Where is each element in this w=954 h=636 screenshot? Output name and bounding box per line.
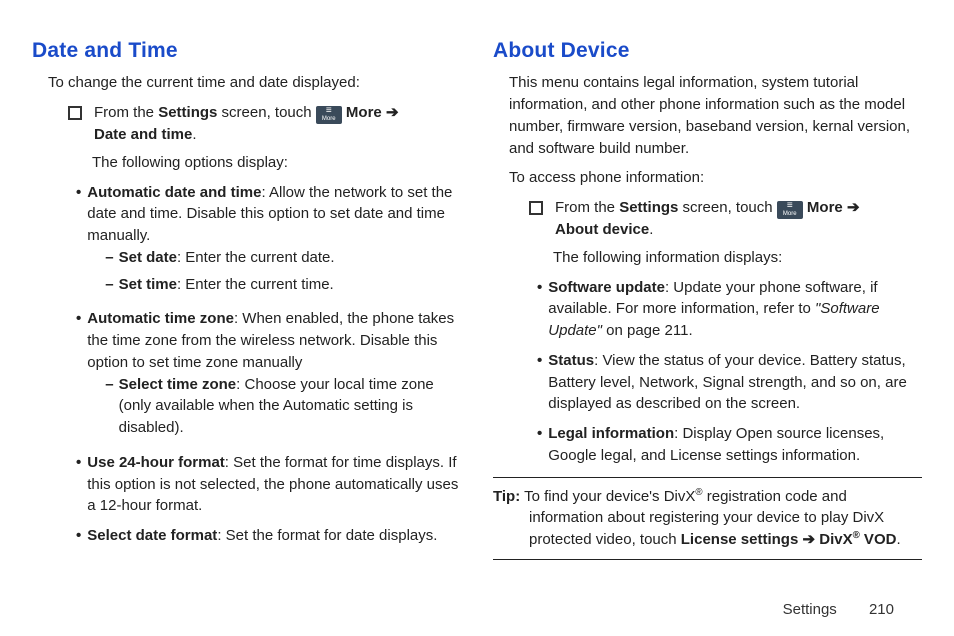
option-auto-time-zone: • Automatic time zone: When enabled, the…	[76, 308, 461, 444]
tip-label: Tip:	[493, 488, 520, 505]
option-auto-date-time: • Automatic date and time: Allow the net…	[76, 182, 461, 301]
heading-date-time: Date and Time	[32, 36, 461, 66]
more-icon: More	[777, 201, 803, 219]
info-intro: The following information displays:	[553, 247, 922, 269]
info-status: • Status: View the status of your device…	[537, 350, 922, 415]
procedure-right: From the Settings screen, touch More Mor…	[529, 197, 922, 241]
page-footer: Settings 210	[783, 601, 894, 618]
right-column: About Device This menu contains legal in…	[493, 36, 922, 636]
heading-about-device: About Device	[493, 36, 922, 66]
access-intro: To access phone information:	[509, 167, 922, 189]
arrow-icon: ➔	[802, 531, 815, 548]
tip-block: Tip: To find your device's DivX® registr…	[493, 477, 922, 560]
options-intro: The following options display:	[92, 152, 461, 174]
option-select-time-zone: – Select time zone: Choose your local ti…	[105, 374, 461, 439]
more-icon: More	[316, 106, 342, 124]
procedure-text: From the Settings screen, touch More Mor…	[555, 197, 860, 241]
square-bullet-icon	[68, 106, 82, 120]
procedure-text: From the Settings screen, touch More Mor…	[94, 102, 399, 146]
registered-icon: ®	[695, 487, 702, 498]
square-bullet-icon	[529, 201, 543, 215]
option-set-date: – Set date: Enter the current date.	[105, 247, 461, 269]
footer-section: Settings	[783, 601, 837, 618]
info-legal: • Legal information: Display Open source…	[537, 423, 922, 467]
option-24-hour: • Use 24-hour format: Set the format for…	[76, 452, 461, 517]
arrow-icon: ➔	[847, 199, 860, 216]
info-software-update: • Software update: Update your phone sof…	[537, 277, 922, 342]
intro-right: This menu contains legal information, sy…	[509, 72, 922, 159]
left-column: Date and Time To change the current time…	[32, 36, 461, 636]
option-set-time: – Set time: Enter the current time.	[105, 274, 461, 296]
footer-page-number: 210	[869, 601, 894, 618]
procedure-left: From the Settings screen, touch More Mor…	[68, 102, 461, 146]
arrow-icon: ➔	[386, 104, 399, 121]
options-list-left: • Automatic date and time: Allow the net…	[76, 182, 461, 547]
option-date-format: • Select date format: Set the format for…	[76, 525, 461, 547]
info-list-right: • Software update: Update your phone sof…	[537, 277, 922, 467]
registered-icon: ®	[853, 530, 860, 541]
intro-left: To change the current time and date disp…	[48, 72, 461, 94]
